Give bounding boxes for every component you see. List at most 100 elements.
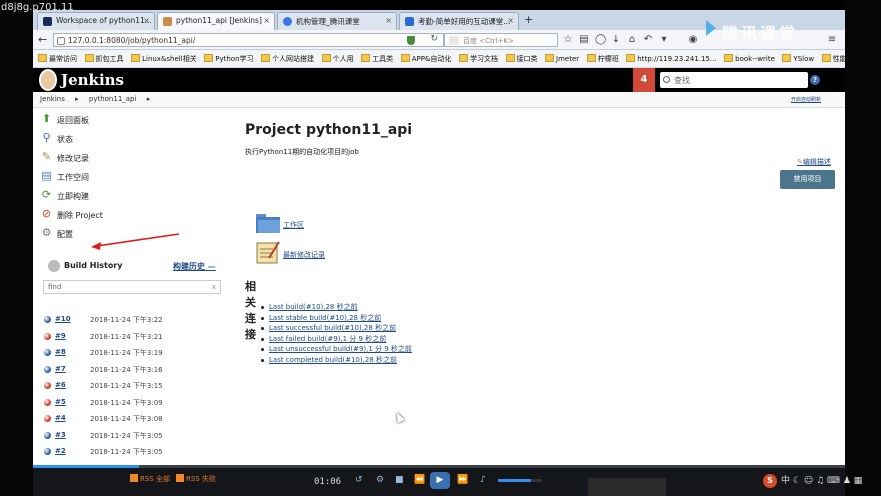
keyboard-icon[interactable]: ⌨ — [827, 476, 843, 486]
reader-icon[interactable]: ▤ — [579, 34, 589, 45]
build-trend-link[interactable]: 构建历史 — [173, 261, 216, 272]
close-icon[interactable]: × — [385, 16, 392, 25]
undo-icon[interactable]: ↶ — [643, 34, 653, 45]
play-button[interactable]: ▶ — [430, 472, 450, 489]
help-icon[interactable]: ? — [810, 75, 820, 85]
rewind-icon[interactable]: ⏪ — [414, 475, 425, 485]
rss-all-link[interactable]: RSS 全部 — [130, 474, 170, 484]
last-successful-build-link[interactable]: Last successful build(#10),28 秒之前 — [261, 323, 412, 334]
build-row[interactable]: #2 2018-11-24 下午3:05 — [44, 446, 220, 462]
bookmark-item[interactable]: book--write — [724, 54, 775, 63]
bookmark-item[interactable]: 工具类 — [361, 54, 393, 64]
back-arrow-icon[interactable]: ← — [38, 33, 47, 46]
tab-workspace[interactable]: Workspace of python11... × — [37, 12, 155, 30]
bookmark-item[interactable]: 最常访问 — [38, 54, 77, 64]
new-tab-button[interactable]: + — [524, 13, 533, 26]
build-number-link[interactable]: #7 — [55, 365, 66, 373]
build-row[interactable]: #3 2018-11-24 下午3:05 — [44, 430, 220, 446]
home-icon[interactable]: ⌂ — [627, 34, 637, 45]
bookmark-item[interactable]: Jmeter — [545, 54, 579, 63]
task-status[interactable]: ⚲ 状态 — [33, 129, 228, 148]
shield-icon[interactable] — [407, 36, 415, 45]
fast-forward-icon[interactable]: ⏩ — [457, 475, 468, 485]
download-icon[interactable]: ↓ — [611, 34, 621, 45]
bookmark-item[interactable]: APP&自动化 — [400, 54, 451, 64]
ime-chinese-icon[interactable]: 中 — [781, 476, 793, 486]
jenkins-brand[interactable]: Jenkins — [61, 71, 124, 89]
tab-attendance[interactable]: 考勤-简单好用的互动课堂... × — [399, 12, 519, 30]
last-build-link[interactable]: Last build(#10),28 秒之前 — [261, 302, 412, 313]
bookmark-item[interactable]: 个人用 — [321, 54, 354, 64]
bookmark-item[interactable]: http://119.23.241.15... — [626, 54, 717, 63]
loop-icon[interactable]: ↺ — [355, 475, 363, 485]
build-row[interactable]: #7 2018-11-24 下午3:16 — [44, 364, 220, 380]
task-changes[interactable]: ✎ 修改记录 — [33, 148, 228, 167]
menu-icon[interactable]: ≡ — [827, 34, 837, 45]
volume-slider[interactable] — [498, 479, 542, 482]
last-stable-build-link[interactable]: Last stable build(#10),28 秒之前 — [261, 313, 412, 324]
chevron-down-icon[interactable]: ▾ — [659, 34, 669, 45]
bookmark-item[interactable]: 性能测试相关 — [821, 54, 845, 64]
jenkins-butler-logo-icon[interactable] — [39, 69, 57, 91]
close-icon[interactable]: × — [507, 16, 514, 25]
tab-institution[interactable]: 机构管理_腾讯课堂 × — [277, 12, 397, 30]
build-number-link[interactable]: #9 — [55, 332, 66, 340]
volume-icon[interactable]: ♪ — [480, 475, 486, 485]
build-row[interactable]: #9 2018-11-24 下午3:21 — [44, 331, 220, 347]
reload-icon[interactable]: ↻ — [430, 34, 438, 44]
user-icon[interactable]: ♟ — [843, 476, 854, 486]
latest-changes-link[interactable]: 最新修改记录 — [255, 240, 375, 268]
progress-track[interactable] — [33, 465, 845, 468]
build-number-link[interactable]: #4 — [55, 414, 66, 422]
tab-python11-api[interactable]: python11_api [Jenkins] × — [157, 12, 275, 30]
breadcrumb-project[interactable]: python11_api — [89, 95, 137, 103]
grid-icon[interactable]: ▦ — [854, 476, 863, 486]
addon-icon[interactable]: ◉ — [688, 34, 698, 45]
disable-project-button[interactable]: 禁用项目 — [780, 170, 835, 189]
close-icon[interactable]: × — [263, 16, 270, 25]
notification-badge[interactable]: 4 — [633, 68, 655, 92]
bookmark-item[interactable]: 柠檬班 — [586, 54, 619, 64]
build-number-link[interactable]: #8 — [55, 348, 66, 356]
bookmark-item[interactable]: 个人网站搭建 — [261, 54, 314, 64]
star-icon[interactable]: ☆ — [563, 34, 573, 45]
bookmark-item[interactable]: Python学习 — [204, 54, 254, 64]
task-delete-project[interactable]: ⊘ 删除 Project — [33, 205, 228, 224]
bookmark-item[interactable]: YSlow — [782, 54, 814, 63]
address-bar[interactable]: 127.0.0.1:8080/job/python11_api/ ↻ — [53, 33, 444, 47]
bookmark-item[interactable]: 抓包工具 — [84, 54, 124, 64]
browser-search-input[interactable]: 百度 <Ctrl+K> — [444, 33, 558, 47]
last-completed-build-link[interactable]: Last completed build(#10),28 秒之前 — [261, 355, 412, 366]
build-row[interactable]: #8 2018-11-24 下午3:19 — [44, 347, 220, 363]
task-build-now[interactable]: ⟳ 立即构建 — [33, 186, 228, 205]
settings-icon[interactable]: ⚙ — [376, 475, 384, 485]
rss-failed-link[interactable]: RSS 失败 — [176, 474, 216, 484]
build-number-link[interactable]: #5 — [55, 398, 66, 406]
build-number-link[interactable]: #3 — [55, 431, 66, 439]
last-unsuccessful-build-link[interactable]: Last unsuccessful build(#9),1 分 9 秒之前 — [261, 344, 412, 355]
auto-refresh-link[interactable]: 开启自动刷新 — [791, 96, 821, 103]
build-number-link[interactable]: #6 — [55, 381, 66, 389]
bookmark-item[interactable]: 接口类 — [505, 54, 538, 64]
bookmark-item[interactable]: 学习文档 — [458, 54, 498, 64]
build-number-link[interactable]: #2 — [55, 447, 66, 455]
smiley-icon[interactable]: ☺ — [804, 476, 816, 486]
build-row[interactable]: #4 2018-11-24 下午3:08 — [44, 413, 220, 429]
sogou-ime-icon[interactable]: S — [763, 474, 777, 488]
task-workspace[interactable]: ▤ 工作空间 — [33, 167, 228, 186]
close-icon[interactable]: × — [143, 16, 150, 25]
mic-icon[interactable]: ♫ — [816, 476, 827, 486]
task-back-to-dashboard[interactable]: ⬆ 返回面板 — [33, 110, 228, 129]
moon-icon[interactable]: ☾ — [793, 476, 804, 486]
shield-toolbar-icon[interactable]: ◯ — [595, 34, 606, 45]
workspace-link[interactable]: 工作区 — [255, 210, 375, 238]
jenkins-search-input[interactable]: 查找 — [660, 72, 808, 88]
build-row[interactable]: #6 2018-11-24 下午3:15 — [44, 380, 220, 396]
edit-description-link[interactable]: ✎编辑描述 — [797, 157, 831, 167]
build-number-link[interactable]: #10 — [55, 315, 71, 323]
build-row[interactable]: #10 2018-11-24 下午3:22 — [44, 314, 220, 330]
clear-icon[interactable]: x — [212, 283, 216, 291]
last-failed-build-link[interactable]: Last failed build(#9),1 分 9 秒之前 — [261, 334, 412, 345]
stop-icon[interactable]: ■ — [395, 475, 404, 485]
build-find-input[interactable]: find x — [43, 280, 221, 294]
